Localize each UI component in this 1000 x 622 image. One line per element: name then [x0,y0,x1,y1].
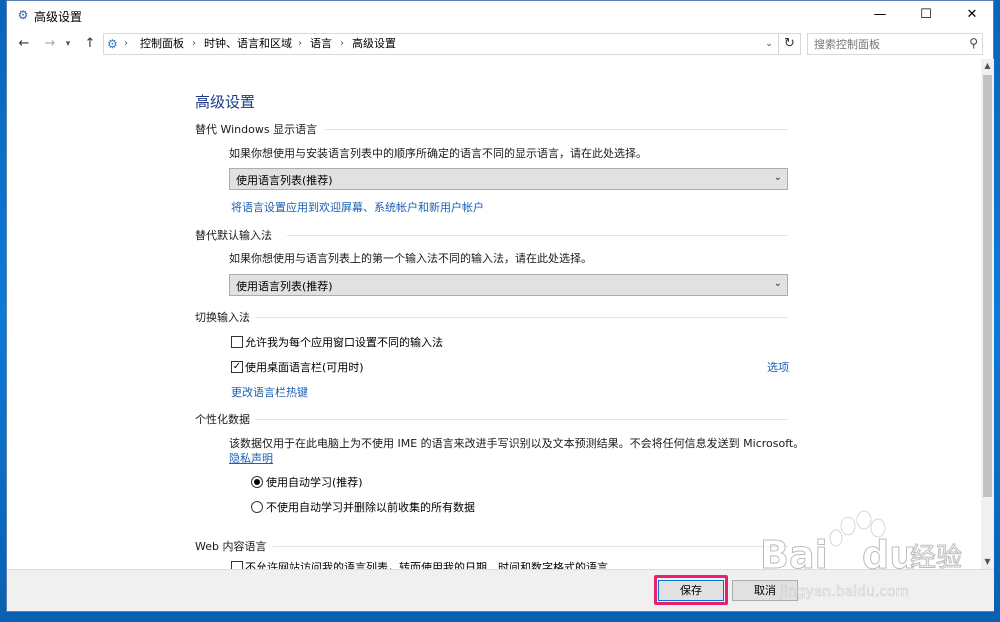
desktop-language-bar-checkbox[interactable]: ✓ [231,361,243,373]
vertical-scrollbar[interactable]: ▲ ▼ [981,59,994,569]
control-panel-window: ⚙ 高级设置 — ☐ ✕ ← → ▾ ↑ ⚙ › 控制面板 › 时钟、语言和区域… [6,0,994,612]
scroll-up-icon[interactable]: ▲ [981,59,994,73]
web-language-list-checkbox[interactable] [231,561,243,569]
control-panel-location-icon: ⚙ [107,37,118,51]
section-divider [287,235,788,236]
close-icon[interactable]: ✕ [949,1,995,29]
section-web-content-heading: Web 内容语言 [195,540,267,553]
desktop-language-bar-label[interactable]: 使用桌面语言栏(可用时) [245,359,364,375]
cancel-button[interactable]: 取消 [732,580,798,601]
search-box[interactable]: ⚲ [807,33,983,55]
section-divider [273,546,788,547]
control-panel-icon: ⚙ [17,8,29,22]
breadcrumb-separator-icon[interactable]: › [192,37,196,51]
breadcrumb-separator-icon[interactable]: › [298,37,302,51]
no-auto-learning-label[interactable]: 不使用自动学习并删除以前收集的所有数据 [266,499,475,515]
action-bar: 保存 取消 [7,569,994,611]
minimize-icon[interactable]: — [857,1,903,29]
privacy-statement-link[interactable]: 隐私声明 [229,450,273,466]
recent-locations-chevron-icon[interactable]: ▾ [61,33,75,55]
forward-arrow-icon[interactable]: → [39,33,61,55]
section-divider [325,129,788,130]
personal-data-description: 该数据仅用于在此电脑上为不使用 IME 的语言来改进手写识别以及文本预测结果。不… [229,437,805,450]
search-icon[interactable]: ⚲ [969,36,978,50]
section-switch-input-heading: 切换输入法 [195,311,250,324]
section-divider [255,317,788,318]
breadcrumb-separator-icon[interactable]: › [340,37,344,51]
per-app-input-checkbox[interactable] [231,336,243,348]
chevron-down-icon: ⌄ [773,172,782,183]
breadcrumb-separator-icon: › [124,38,128,49]
maximize-icon[interactable]: ☐ [903,1,949,29]
back-arrow-icon[interactable]: ← [13,33,35,55]
settings-content: 高级设置 替代 Windows 显示语言 如果你想使用与安装语言列表中的顺序所确… [7,59,981,569]
title-bar[interactable]: ⚙ 高级设置 — ☐ ✕ [7,1,993,29]
search-input[interactable] [808,34,958,54]
navigation-bar: ← → ▾ ↑ ⚙ › 控制面板 › 时钟、语言和区域 › 语言 › 高级设置 … [7,29,993,59]
address-bar[interactable]: ⚙ › 控制面板 › 时钟、语言和区域 › 语言 › 高级设置 ⌄ [103,33,779,55]
section-divider [255,419,788,420]
input-method-description: 如果你想使用与语言列表上的第一个输入法不同的输入法，请在此处选择。 [229,252,592,265]
per-app-input-label[interactable]: 允许我为每个应用窗口设置不同的输入法 [245,334,443,350]
display-language-select[interactable]: 使用语言列表(推荐) ⌄ [229,168,788,190]
input-method-select[interactable]: 使用语言列表(推荐) ⌄ [229,274,788,296]
refresh-icon[interactable]: ↻ [779,33,801,55]
apply-to-welcome-screen-link[interactable]: 将语言设置应用到欢迎屏幕、系统帐户和新用户帐户 [231,199,484,215]
breadcrumb-language[interactable]: 语言 [310,37,332,51]
scroll-thumb[interactable] [983,75,992,497]
address-dropdown-icon[interactable]: ⌄ [760,34,778,54]
display-language-description: 如果你想使用与安装语言列表中的顺序所确定的语言不同的显示语言，请在此处选择。 [229,147,647,160]
input-method-select-value: 使用语言列表(推荐) [236,280,333,293]
up-arrow-icon[interactable]: ↑ [79,33,101,55]
auto-learning-label[interactable]: 使用自动学习(推荐) [266,474,363,490]
section-personal-data-heading: 个性化数据 [195,413,250,426]
chevron-down-icon: ⌄ [773,278,782,289]
auto-learning-radio[interactable] [251,476,263,488]
language-bar-options-link[interactable]: 选项 [767,359,789,375]
section-display-language-heading: 替代 Windows 显示语言 [195,123,318,136]
window-title: 高级设置 [34,10,83,24]
web-language-list-label[interactable]: 不允许网站访问我的语言列表，转而使用我的日期、时间和数字格式的语言 [245,559,608,569]
no-auto-learning-radio[interactable] [251,501,263,513]
breadcrumb-control-panel[interactable]: 控制面板 [140,37,184,51]
breadcrumb-clock-language-region[interactable]: 时钟、语言和区域 [204,37,292,51]
page-title: 高级设置 [195,93,256,111]
breadcrumb-advanced-settings[interactable]: 高级设置 [352,37,396,51]
display-language-select-value: 使用语言列表(推荐) [236,174,333,187]
change-hotkeys-link[interactable]: 更改语言栏热键 [231,384,308,400]
section-input-method-heading: 替代默认输入法 [195,229,272,242]
save-button[interactable]: 保存 [658,580,724,601]
scroll-down-icon[interactable]: ▼ [981,555,994,569]
